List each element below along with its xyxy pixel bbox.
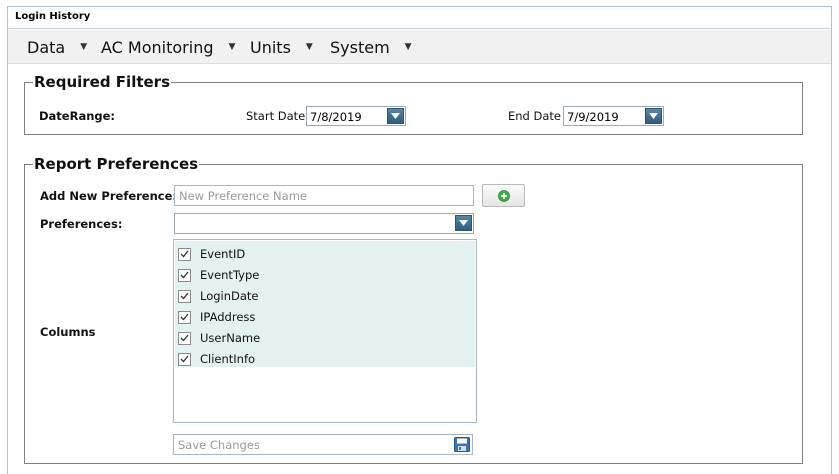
- checkmark-icon: [180, 292, 189, 300]
- checkbox-clientinfo[interactable]: [178, 352, 191, 366]
- checkbox-ipaddress[interactable]: [178, 310, 191, 324]
- new-preference-name-input[interactable]: [175, 186, 473, 205]
- menu-system-label: System: [330, 37, 390, 57]
- date-range-label: DateRange:: [39, 109, 116, 123]
- save-changes-placeholder: Save Changes: [178, 438, 260, 452]
- menu-ac-monitoring-label: AC Monitoring: [101, 37, 214, 57]
- column-item-eventtype[interactable]: EventType: [178, 265, 259, 285]
- start-date-label: Start Date: [246, 109, 306, 123]
- checkmark-icon: [180, 355, 189, 363]
- floppy-disk-icon[interactable]: [454, 437, 470, 452]
- end-date-dropdown-button[interactable]: [645, 108, 662, 124]
- start-date-value: 7/8/2019: [310, 110, 362, 124]
- window-title: Login History: [15, 11, 91, 22]
- column-item-clientinfo[interactable]: ClientInfo: [178, 349, 255, 369]
- column-label: EventID: [200, 247, 246, 261]
- column-label: UserName: [200, 331, 261, 345]
- chevron-down-icon: [649, 113, 658, 119]
- save-changes-field[interactable]: Save Changes: [173, 434, 473, 455]
- preferences-dropdown[interactable]: [174, 213, 474, 234]
- preferences-label: Preferences:: [40, 217, 123, 231]
- chevron-down-icon: ▼: [80, 42, 88, 52]
- new-preference-name-field[interactable]: [174, 185, 474, 206]
- column-label: EventType: [200, 268, 260, 282]
- chevron-down-icon: ▼: [305, 42, 313, 52]
- column-item-ipaddress[interactable]: IPAddress: [178, 307, 255, 327]
- menu-bar: Data ▼ AC Monitoring ▼ Units ▼ System ▼: [8, 30, 831, 64]
- checkbox-eventid[interactable]: [178, 247, 191, 261]
- preferences-dropdown-button[interactable]: [455, 215, 472, 231]
- report-preferences-legend: Report Preferences: [33, 155, 200, 173]
- menu-data-label: Data: [27, 37, 66, 57]
- menu-system[interactable]: System ▼: [330, 30, 412, 64]
- checkmark-icon: [180, 313, 189, 321]
- menu-units-label: Units: [250, 37, 291, 57]
- add-icon: [497, 189, 510, 202]
- login-history-window: Login History Data ▼ AC Monitoring ▼ Uni…: [7, 6, 832, 474]
- column-label: IPAddress: [200, 310, 256, 324]
- required-filters-legend: Required Filters: [33, 73, 172, 91]
- column-item-logindate[interactable]: LoginDate: [178, 286, 259, 306]
- checkbox-logindate[interactable]: [178, 289, 191, 303]
- column-item-eventid[interactable]: EventID: [178, 244, 245, 264]
- menu-units[interactable]: Units ▼: [250, 30, 313, 64]
- checkmark-icon: [180, 250, 189, 258]
- chevron-down-icon: [459, 220, 468, 226]
- checkbox-username[interactable]: [178, 331, 191, 345]
- checkmark-icon: [180, 334, 189, 342]
- column-item-username[interactable]: UserName: [178, 328, 260, 348]
- columns-label: Columns: [40, 325, 96, 339]
- add-new-preference-label: Add New Preference:: [40, 189, 177, 203]
- chevron-down-icon: ▼: [228, 42, 236, 52]
- start-date-picker[interactable]: 7/8/2019: [306, 106, 406, 126]
- chevron-down-icon: [391, 113, 400, 119]
- menu-ac-monitoring[interactable]: AC Monitoring ▼: [101, 30, 235, 64]
- chevron-down-icon: ▼: [404, 42, 412, 52]
- column-label: ClientInfo: [200, 352, 256, 366]
- end-date-label: End Date: [508, 109, 561, 123]
- checkmark-icon: [180, 271, 189, 279]
- required-filters-group: Required Filters DateRange: Start Date 7…: [24, 73, 803, 135]
- menu-data[interactable]: Data ▼: [27, 30, 87, 64]
- columns-list-items: EventID EventType LoginDate IPAddress Us…: [175, 241, 475, 367]
- end-date-value: 7/9/2019: [567, 110, 619, 124]
- end-date-picker[interactable]: 7/9/2019: [563, 106, 664, 126]
- checkbox-eventtype[interactable]: [178, 268, 191, 282]
- columns-list: EventID EventType LoginDate IPAddress Us…: [173, 239, 477, 423]
- start-date-dropdown-button[interactable]: [387, 108, 404, 124]
- title-bar: Login History: [8, 7, 831, 29]
- report-preferences-group: Report Preferences Add New Preference: P…: [24, 155, 803, 464]
- column-label: LoginDate: [200, 289, 259, 303]
- add-preference-button[interactable]: [482, 184, 525, 207]
